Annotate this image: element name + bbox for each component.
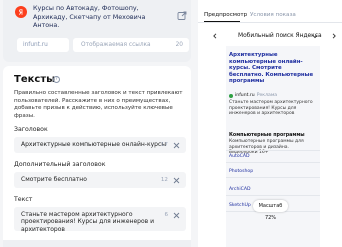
sitelink-autocad[interactable]: AutoCAD [229,154,250,159]
open-link-icon[interactable] [177,11,187,21]
zoom-badge: Масштаб 72% [253,200,288,221]
body-text-value: Станьте мастером архитектурного проектир… [21,211,154,233]
headline-counter: 17 [160,142,168,148]
headline-value: Архитектурные компьютерные онлайн-курсы [21,141,166,148]
extra-headline-counter: 12 [160,177,168,183]
body-text-label: Текст [14,196,33,203]
display-link-placeholder: Отображаемая ссылка [81,42,151,48]
texts-description: Правильно составленные заголовок и текст… [14,90,183,119]
promo-card: Курсы по Автокаду, Фотошопу, Архикаду, С… [3,0,191,62]
tab-preview[interactable]: Предпросмотр [204,12,247,18]
chevron-down-icon[interactable] [312,34,318,39]
preview-panel: Предпросмотр Условия показа Мобильный по… [198,0,342,247]
texts-title: Тексты [14,74,56,85]
ad-marker: Реклама [256,93,278,98]
ad-editor-panel: Курсы по Автокаду, Фотошопу, Архикаду, С… [0,0,195,247]
sitelink-sketchup[interactable]: SketchUp [229,203,251,208]
ad-preview-text: Станьте мастером архитектурного проектир… [229,100,313,117]
body-text-input[interactable]: Станьте мастером архитектурного проектир… [14,207,186,233]
chevron-left-icon[interactable] [212,33,218,39]
clear-icon[interactable] [173,212,180,219]
ad-preview-title[interactable]: Архитектурные компьютерные онлайн-курсы.… [229,52,315,85]
ad-preview-sub-title[interactable]: Компьютерные программы [229,133,305,138]
promo-text: Курсы по Автокаду, Фотошопу, Архикаду, С… [33,4,146,30]
display-link-counter: 20 [175,42,183,48]
tab-display-conditions[interactable]: Условия показа [250,12,296,18]
divider [226,162,320,163]
sitelink-photoshop[interactable]: Photoshop [229,169,253,174]
divider [226,195,320,196]
clear-icon[interactable] [173,142,180,149]
display-link-input[interactable]: Отображаемая ссылка 20 [73,38,189,52]
extra-headline-value: Смотрите бесплатно [21,176,87,183]
headline-label: Заголовок [14,126,48,133]
favicon-dot-icon [229,93,233,98]
texts-card: Тексты ? Правильно составленные заголово… [3,66,191,247]
ad-preview-url[interactable]: infunt.ru Реклама [229,93,277,98]
divider [226,177,320,178]
clear-icon[interactable] [173,177,180,184]
url-field[interactable]: infunt.ru [17,38,69,52]
extra-headline-input[interactable]: Смотрите бесплатно 12 [14,172,186,188]
next-card-edge [3,240,191,247]
device-select[interactable]: Мобильный поиск Яндекса [238,33,322,40]
chevron-right-icon[interactable] [331,33,337,39]
help-icon[interactable]: ? [53,76,60,83]
headline-input[interactable]: Архитектурные компьютерные онлайн-курсы … [14,137,186,153]
sitelink-archicad[interactable]: ArchiCAD [229,187,251,192]
ad-preview-domain: infunt.ru [235,93,255,98]
divider [226,150,320,151]
yandex-logo-icon [15,6,27,18]
body-text-counter: 6 [164,212,168,218]
tabs-divider [198,22,342,23]
extra-headline-label: Дополнительный заголовок [14,161,106,168]
